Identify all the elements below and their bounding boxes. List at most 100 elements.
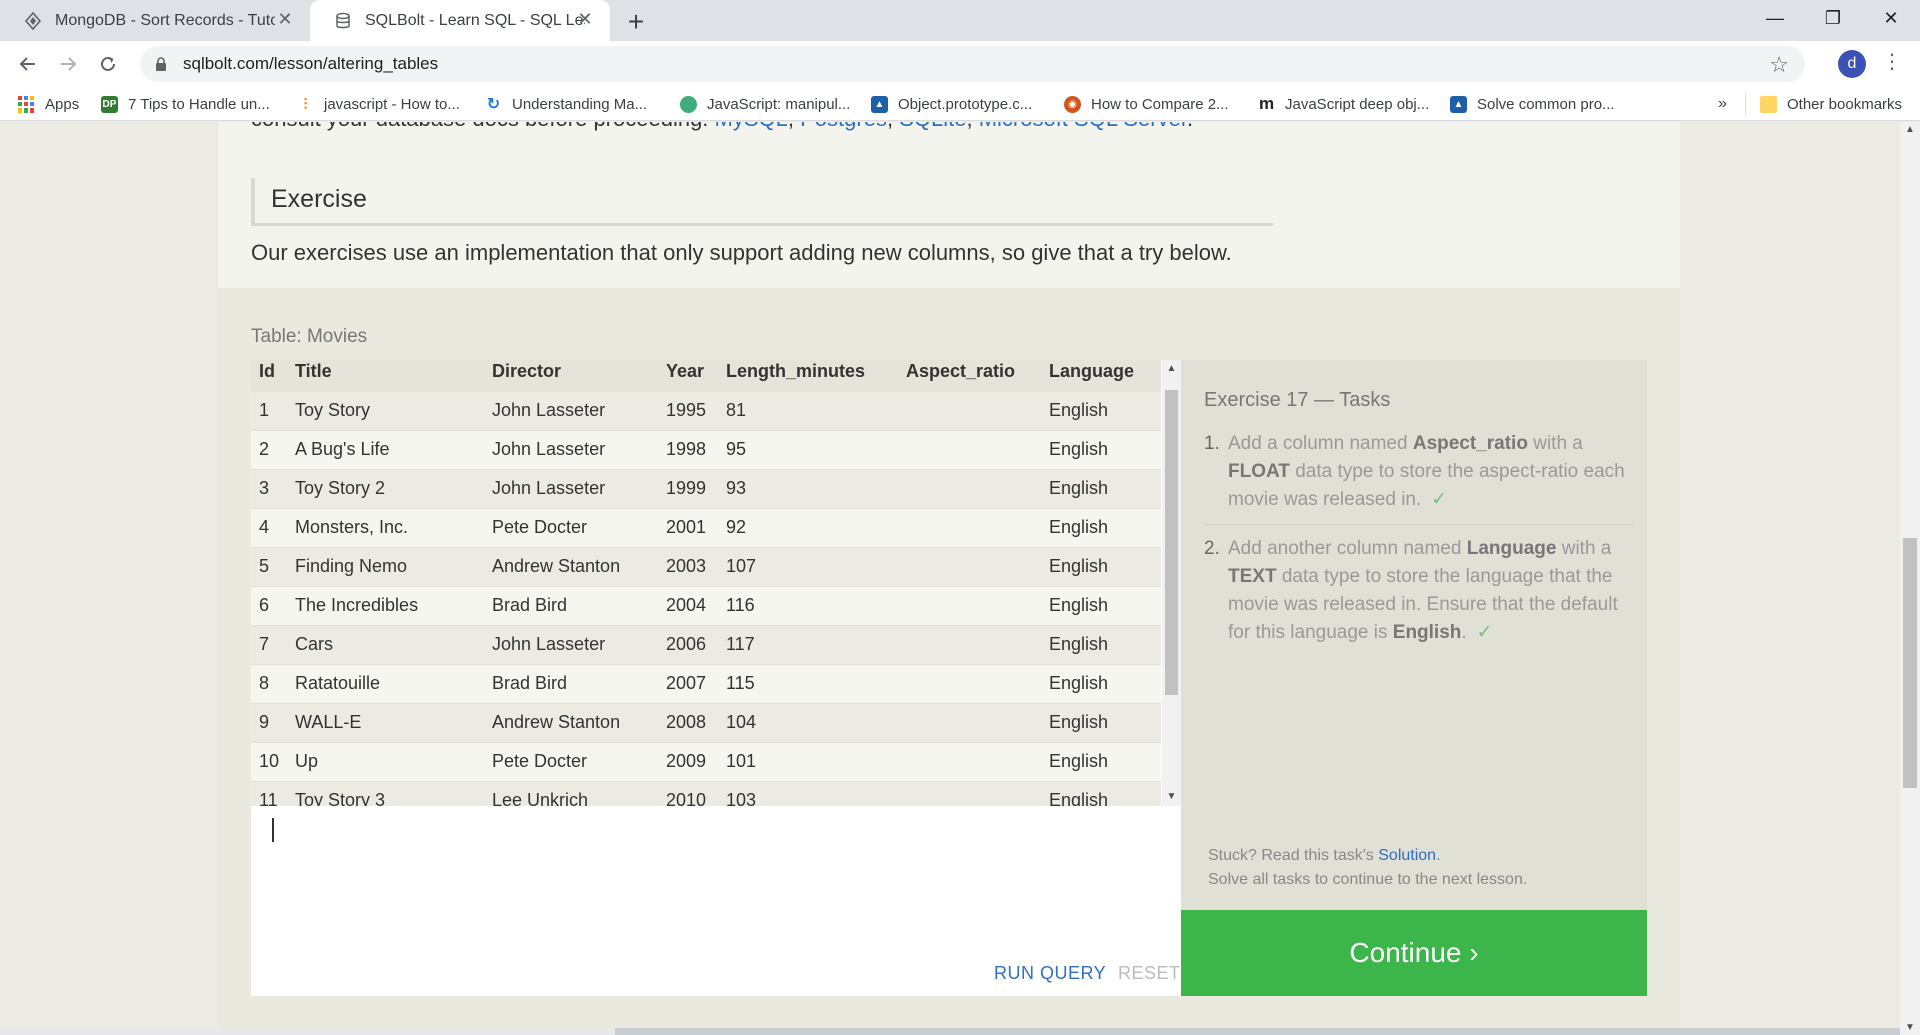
dp-icon: DP <box>101 95 118 113</box>
bookmark-item[interactable]: ▲ Solve common pro... <box>1450 93 1615 115</box>
sql-query-editor[interactable]: RUN QUERY RESET <box>251 806 1181 996</box>
table-cell <box>906 624 1049 664</box>
table-cell: Toy Story 3 <box>295 780 492 806</box>
scroll-thumb[interactable] <box>1903 538 1917 788</box>
table-cell <box>906 468 1049 508</box>
task-keyword: Aspect_ratio <box>1412 433 1528 454</box>
close-tab-icon[interactable]: ✕ <box>574 9 596 30</box>
task-number: 2. <box>1204 538 1220 559</box>
bookmark-star-icon[interactable]: ☆ <box>1769 52 1789 78</box>
close-window-button[interactable]: ✕ <box>1862 0 1920 36</box>
table-cell: 107 <box>726 546 906 586</box>
lock-icon <box>156 57 166 71</box>
bookmark-item[interactable]: ▲ Object.prototype.c... <box>871 93 1032 115</box>
column-header: Aspect_ratio <box>906 360 1049 391</box>
table-cell: Up <box>295 741 492 781</box>
mysql-link[interactable]: MySQL <box>715 122 788 131</box>
table-cell: Pete Docter <box>492 507 666 547</box>
table-cell: 2008 <box>666 702 726 742</box>
task-text-part: Add another column named <box>1228 538 1467 559</box>
table-row: 5 Finding Nemo Andrew Stanton 2003 107 Englis… <box>251 546 1161 586</box>
bookmark-label: Solve common pro... <box>1477 95 1615 113</box>
sql-server-link[interactable]: Microsoft SQL Server <box>979 122 1187 131</box>
new-tab-button[interactable]: + <box>622 6 650 38</box>
table-cell: Andrew Stanton <box>492 546 666 586</box>
checkmark-icon: ✓ <box>1476 622 1493 643</box>
table-cell: John Lasseter <box>492 468 666 508</box>
scroll-thumb[interactable] <box>615 1028 1900 1035</box>
table-cell: 116 <box>726 585 906 625</box>
bookmarks-overflow-button[interactable]: » <box>1718 93 1727 115</box>
apps-bookmark[interactable]: Apps <box>18 93 79 115</box>
table-cell: English <box>1049 702 1161 742</box>
continue-button[interactable]: Continue › <box>1181 910 1647 996</box>
scroll-down-icon[interactable]: ▼ <box>1900 1022 1920 1033</box>
table-row: 9 WALL-E Andrew Stanton 2008 104 English <box>251 702 1161 742</box>
tasks-panel: Exercise 17 — Tasks 1. Add a column name… <box>1181 360 1647 910</box>
postgres-link[interactable]: Postgres <box>800 122 887 131</box>
scroll-up-icon[interactable]: ▲ <box>1162 360 1181 378</box>
address-bar[interactable]: sqlbolt.com/lesson/altering_tables ☆ <box>140 46 1805 82</box>
task-keyword: English <box>1392 622 1462 643</box>
page-scrollbar[interactable]: ▲ ▼ <box>1900 122 1920 1035</box>
table-cell: 92 <box>726 507 906 547</box>
task-text-part: . <box>1461 622 1467 643</box>
table-cell: 4 <box>251 507 295 547</box>
table-cell: 2007 <box>666 663 726 703</box>
bookmark-item[interactable]: ↻ Understanding Ma... <box>485 93 647 115</box>
table-cell: Finding Nemo <box>295 546 492 586</box>
table-row: 6 The Incredibles Brad Bird 2004 116 English <box>251 585 1161 625</box>
maximize-button[interactable]: ❐ <box>1804 0 1862 36</box>
url-text: sqlbolt.com/lesson/altering_tables <box>183 54 439 73</box>
browser-menu-icon[interactable]: ⋮ <box>1882 49 1902 74</box>
table-row: 7 Cars John Lasseter 2006 117 English <box>251 624 1161 664</box>
bookmark-item[interactable]: ⫶ javascript - How to... <box>297 93 460 115</box>
bookmark-item[interactable]: DP 7 Tips to Handle un... <box>101 93 270 115</box>
bookmarks-bar: Apps DP 7 Tips to Handle un... ⫶ javascr… <box>0 87 1920 121</box>
table-row: 8 Ratatouille Brad Bird 2007 115 English <box>251 663 1161 703</box>
table-cell <box>906 702 1049 742</box>
task-text-part: with a <box>1556 538 1612 559</box>
forward-button[interactable] <box>52 48 84 80</box>
table-cell: 2001 <box>666 507 726 547</box>
profile-avatar[interactable]: d <box>1838 50 1866 78</box>
table-row: 3 Toy Story 2 John Lasseter 1999 93 English <box>251 468 1161 508</box>
text-caret <box>272 818 274 842</box>
table-cell: 117 <box>726 624 906 664</box>
sqlite-link[interactable]: SQLite <box>899 122 966 131</box>
bookmark-item[interactable]: JavaScript: manipul... <box>680 93 850 115</box>
back-button[interactable] <box>12 48 44 80</box>
tab-sqlbolt[interactable]: SQLBolt - Learn SQL - SQL Lesso ✕ <box>310 0 610 41</box>
forward-arrow-icon <box>61 57 77 71</box>
solution-link[interactable]: Solution <box>1378 847 1436 864</box>
tab-mongodb[interactable]: MongoDB - Sort Records - Tutori ✕ <box>0 0 310 41</box>
run-query-button[interactable]: RUN QUERY <box>994 963 1106 984</box>
reload-button[interactable] <box>92 48 124 80</box>
horizontal-scrollbar[interactable] <box>0 1028 1900 1035</box>
table-cell: Toy Story <box>295 390 492 430</box>
table-cell: English <box>1049 507 1161 547</box>
table-cell: Andrew Stanton <box>492 702 666 742</box>
reset-button[interactable]: RESET <box>1118 963 1181 984</box>
table-cell: English <box>1049 780 1161 806</box>
exercise-heading: Exercise <box>251 178 1273 226</box>
apps-grid-icon <box>18 95 35 113</box>
bookmark-label: Other bookmarks <box>1787 95 1903 113</box>
scroll-down-icon[interactable]: ▼ <box>1162 788 1181 806</box>
table-cell <box>906 429 1049 469</box>
table-cell: 81 <box>726 390 906 430</box>
minimize-button[interactable]: — <box>1746 0 1804 36</box>
bookmark-item[interactable]: ◉ How to Compare 2... <box>1064 93 1229 115</box>
results-table-container[interactable]: Id Title Director Year Length_minutes As… <box>251 360 1181 806</box>
table-cell: Brad Bird <box>492 663 666 703</box>
scroll-thumb[interactable] <box>1165 390 1178 695</box>
table-cell: 1995 <box>666 390 726 430</box>
other-bookmarks[interactable]: Other bookmarks <box>1760 93 1902 115</box>
table-scrollbar[interactable]: ▲ ▼ <box>1162 360 1181 806</box>
scroll-up-icon[interactable]: ▲ <box>1900 124 1920 135</box>
bookmark-label: 7 Tips to Handle un... <box>128 95 270 113</box>
close-tab-icon[interactable]: ✕ <box>274 9 296 30</box>
table-cell <box>906 741 1049 781</box>
table-row: 4 Monsters, Inc. Pete Docter 2001 92 English <box>251 507 1161 547</box>
bookmark-item[interactable]: m JavaScript deep obj... <box>1258 93 1429 115</box>
